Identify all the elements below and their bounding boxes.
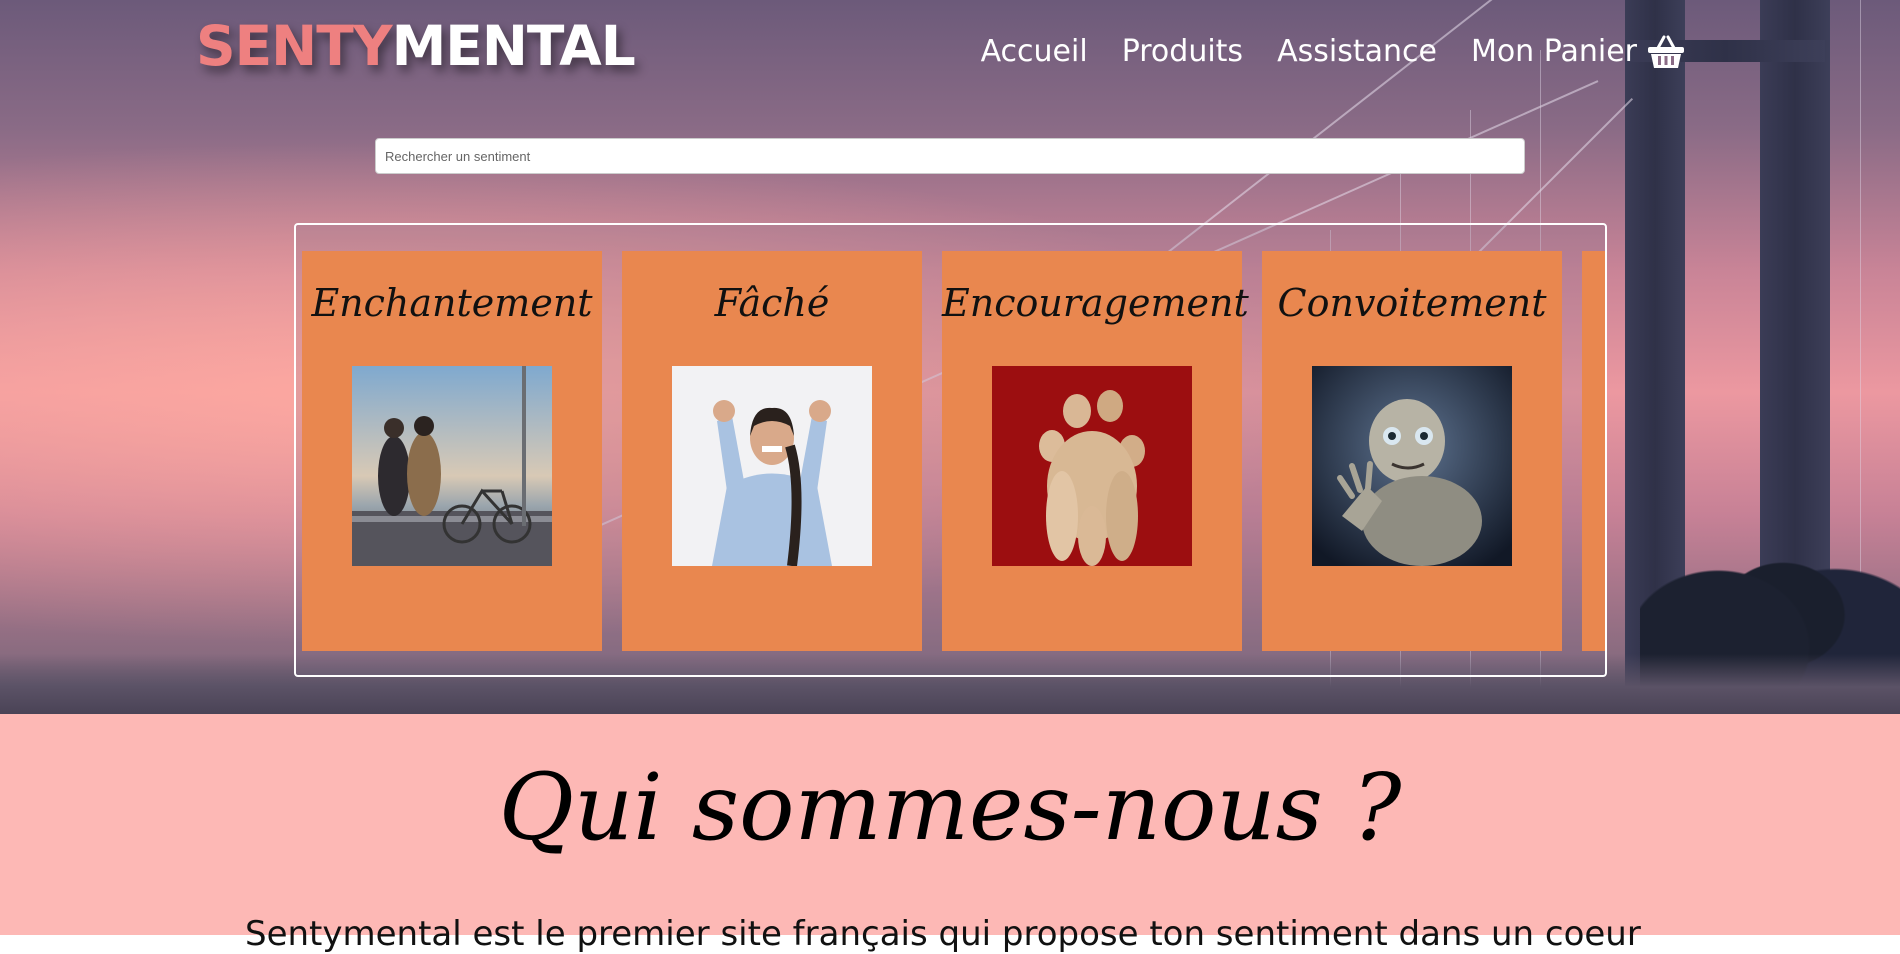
feeling-card-title: Enchantement [311,281,593,325]
feeling-card[interactable]: Fâché [622,251,922,651]
feeling-card-title: Convoitement [1277,281,1547,325]
nav-products-link[interactable]: Produits [1122,34,1243,69]
feelings-carousel[interactable]: Enchantement Fâché Encouragement Convoit… [294,223,1607,677]
search-input[interactable] [375,138,1525,174]
feeling-card-partial[interactable] [1582,251,1605,651]
feeling-card-title: Encouragement [942,281,1249,325]
wooden-mannequins-photo [992,366,1192,566]
basket-icon [1648,35,1684,68]
nav-home-link[interactable]: Accueil [981,34,1088,69]
gollum-photo [1312,366,1512,566]
feeling-card[interactable]: Encouragement [942,251,1249,651]
main-nav: Accueil Produits Assistance Mon Panier [981,34,1685,69]
feeling-card[interactable]: Convoitement [1262,251,1562,651]
angry-woman-photo [672,366,872,566]
about-section: Qui sommes-nous ? Sentymental est le pre… [0,714,1900,954]
about-heading: Qui sommes-nous ? [498,754,1402,861]
nav-support-link[interactable]: Assistance [1277,34,1437,69]
feeling-card[interactable]: Enchantement [302,251,602,651]
nav-cart-link[interactable]: Mon Panier [1471,34,1685,69]
feeling-card-title: Fâché [714,281,830,325]
nav-cart-label: Mon Panier [1470,34,1637,69]
logo-part-2: MENTAL [391,14,636,78]
logo-part-1: SENTY [196,14,393,78]
site-logo[interactable]: SENTYMENTAL [196,14,636,78]
couple-with-bicycle-photo [352,366,552,566]
about-text: Sentymental est le premier site français… [245,914,1641,954]
